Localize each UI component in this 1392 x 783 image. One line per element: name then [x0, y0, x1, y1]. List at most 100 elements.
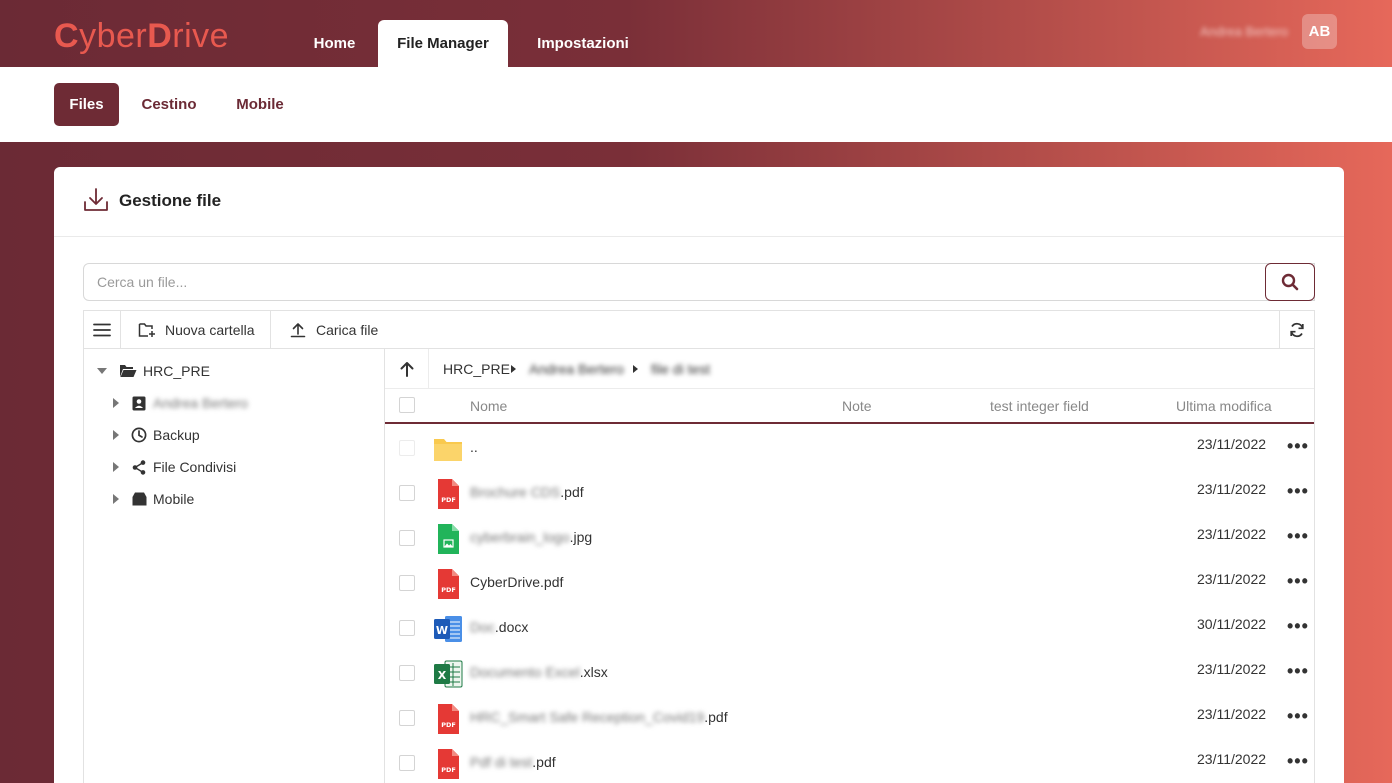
new-folder-label: Nuova cartella: [165, 321, 255, 338]
table-row[interactable]: W Doc.docx 30/11/2022 •••: [385, 606, 1314, 651]
more-options-icon[interactable]: •••: [1287, 571, 1309, 592]
more-options-icon[interactable]: •••: [1287, 616, 1309, 637]
file-date: 23/11/2022: [1197, 706, 1267, 722]
more-options-icon[interactable]: •••: [1287, 481, 1309, 502]
file-name[interactable]: ..: [470, 439, 478, 455]
expand-arrow-icon[interactable]: [113, 398, 119, 408]
row-checkbox[interactable]: [399, 665, 415, 681]
clock-icon: [131, 427, 147, 443]
logo-text: rive: [172, 17, 230, 55]
table-row[interactable]: PDF CyberDrive.pdf 23/11/2022 •••: [385, 561, 1314, 606]
breadcrumb: HRC_PRE Andrea Bertero file di test: [385, 349, 1314, 389]
row-checkbox[interactable]: [399, 530, 415, 546]
table-row[interactable]: X Documento Excel.xlsx 23/11/2022 •••: [385, 651, 1314, 696]
column-header-modified[interactable]: Ultima modifica: [1176, 398, 1272, 414]
search-icon: [1281, 273, 1299, 291]
menu-toggle-button[interactable]: [84, 311, 120, 348]
nav-tab-file-manager[interactable]: File Manager: [378, 20, 508, 67]
breadcrumb-item[interactable]: Andrea Bertero: [529, 361, 624, 377]
folder-open-icon: [119, 363, 137, 379]
nav-tab-impostazioni[interactable]: Impostazioni: [520, 20, 646, 67]
file-toolbar: Nuova cartella Carica file: [83, 310, 1315, 349]
table-header: Nome Note test integer field Ultima modi…: [385, 389, 1314, 424]
tree-node-shared[interactable]: File Condivisi: [113, 455, 236, 479]
file-name[interactable]: cyberbrain_logo.jpg: [470, 529, 592, 545]
nav-tab-home[interactable]: Home: [296, 20, 373, 67]
refresh-icon: [1290, 322, 1304, 337]
logo-text: yber: [79, 17, 148, 55]
search-button[interactable]: [1265, 263, 1315, 301]
arrow-up-icon: [400, 361, 413, 377]
file-name[interactable]: CyberDrive.pdf: [470, 574, 563, 590]
tree-node-user[interactable]: Andrea Bertero: [113, 391, 248, 415]
upload-file-button[interactable]: Carica file: [290, 311, 378, 348]
more-options-icon[interactable]: •••: [1287, 706, 1309, 727]
pdf-file-icon: PDF: [438, 479, 459, 509]
row-checkbox[interactable]: [399, 575, 415, 591]
table-row[interactable]: cyberbrain_logo.jpg 23/11/2022 •••: [385, 516, 1314, 561]
file-name[interactable]: Doc.docx: [470, 619, 528, 635]
svg-text:PDF: PDF: [441, 721, 456, 729]
search-input[interactable]: [83, 263, 1315, 301]
tree-node-mobile[interactable]: Mobile: [113, 487, 194, 511]
avatar[interactable]: AB: [1302, 14, 1337, 49]
app-logo[interactable]: CyberDrive: [54, 17, 229, 56]
refresh-button[interactable]: [1280, 311, 1314, 348]
column-header-integer[interactable]: test integer field: [990, 398, 1089, 414]
more-options-icon[interactable]: •••: [1287, 661, 1309, 682]
user-badge-icon: [131, 395, 147, 411]
table-row[interactable]: .. 23/11/2022 •••: [385, 426, 1314, 471]
tree-node-label: Mobile: [153, 491, 195, 507]
table-row[interactable]: PDF Brochure CDS.pdf 23/11/2022 •••: [385, 471, 1314, 516]
tree-node-root[interactable]: HRC_PRE: [97, 359, 210, 383]
breadcrumb-item[interactable]: HRC_PRE: [443, 361, 510, 377]
more-options-icon[interactable]: •••: [1287, 436, 1309, 457]
table-row[interactable]: PDF Pdf di test.pdf 23/11/2022 •••: [385, 741, 1314, 783]
file-name[interactable]: HRC_Smart Safe Reception_Covid19.pdf: [470, 709, 728, 725]
row-checkbox[interactable]: [399, 485, 415, 501]
more-options-icon[interactable]: •••: [1287, 751, 1309, 772]
go-up-button[interactable]: [385, 349, 429, 388]
file-date: 23/11/2022: [1197, 436, 1267, 452]
row-checkbox[interactable]: [399, 440, 415, 456]
expand-arrow-icon[interactable]: [113, 462, 119, 472]
column-header-nome[interactable]: Nome: [470, 398, 507, 414]
archive-icon: [131, 491, 147, 507]
share-icon: [131, 459, 147, 475]
select-all-checkbox[interactable]: [399, 397, 415, 413]
column-header-note[interactable]: Note: [842, 398, 872, 414]
collapse-arrow-icon[interactable]: [97, 368, 107, 374]
expand-arrow-icon[interactable]: [113, 494, 119, 504]
hamburger-icon: [93, 323, 111, 336]
breadcrumb-separator-icon: [511, 365, 516, 373]
file-name[interactable]: Pdf di test.pdf: [470, 754, 556, 770]
svg-text:PDF: PDF: [441, 766, 456, 774]
row-checkbox[interactable]: [399, 620, 415, 636]
subtab-files[interactable]: Files: [54, 83, 119, 126]
row-checkbox[interactable]: [399, 710, 415, 726]
user-name[interactable]: Andrea Bertero: [1200, 24, 1288, 39]
expand-arrow-icon[interactable]: [113, 430, 119, 440]
table-row[interactable]: PDF HRC_Smart Safe Reception_Covid19.pdf…: [385, 696, 1314, 741]
card-title: Gestione file: [119, 191, 222, 210]
subtab-mobile[interactable]: Mobile: [222, 83, 298, 126]
logo-letter: D: [147, 17, 173, 55]
tree-node-backup[interactable]: Backup: [113, 423, 200, 447]
pdf-file-icon: PDF: [438, 704, 459, 734]
download-icon: [84, 188, 108, 211]
new-folder-icon: [138, 322, 155, 337]
file-name[interactable]: Brochure CDS.pdf: [470, 484, 584, 500]
file-date: 30/11/2022: [1197, 616, 1267, 632]
file-name[interactable]: Documento Excel.xlsx: [470, 664, 608, 680]
more-options-icon[interactable]: •••: [1287, 526, 1309, 547]
word-file-icon: W: [434, 616, 462, 642]
pdf-file-icon: PDF: [438, 569, 459, 599]
image-file-icon: [438, 524, 459, 554]
row-checkbox[interactable]: [399, 755, 415, 771]
folder-tree: HRC_PRE Andrea Bertero Backup File Condi…: [83, 349, 385, 783]
file-date: 23/11/2022: [1197, 751, 1267, 767]
subtab-cestino[interactable]: Cestino: [130, 83, 208, 126]
file-date: 23/11/2022: [1197, 526, 1267, 542]
svg-text:PDF: PDF: [441, 586, 456, 594]
new-folder-button[interactable]: Nuova cartella: [138, 311, 255, 348]
